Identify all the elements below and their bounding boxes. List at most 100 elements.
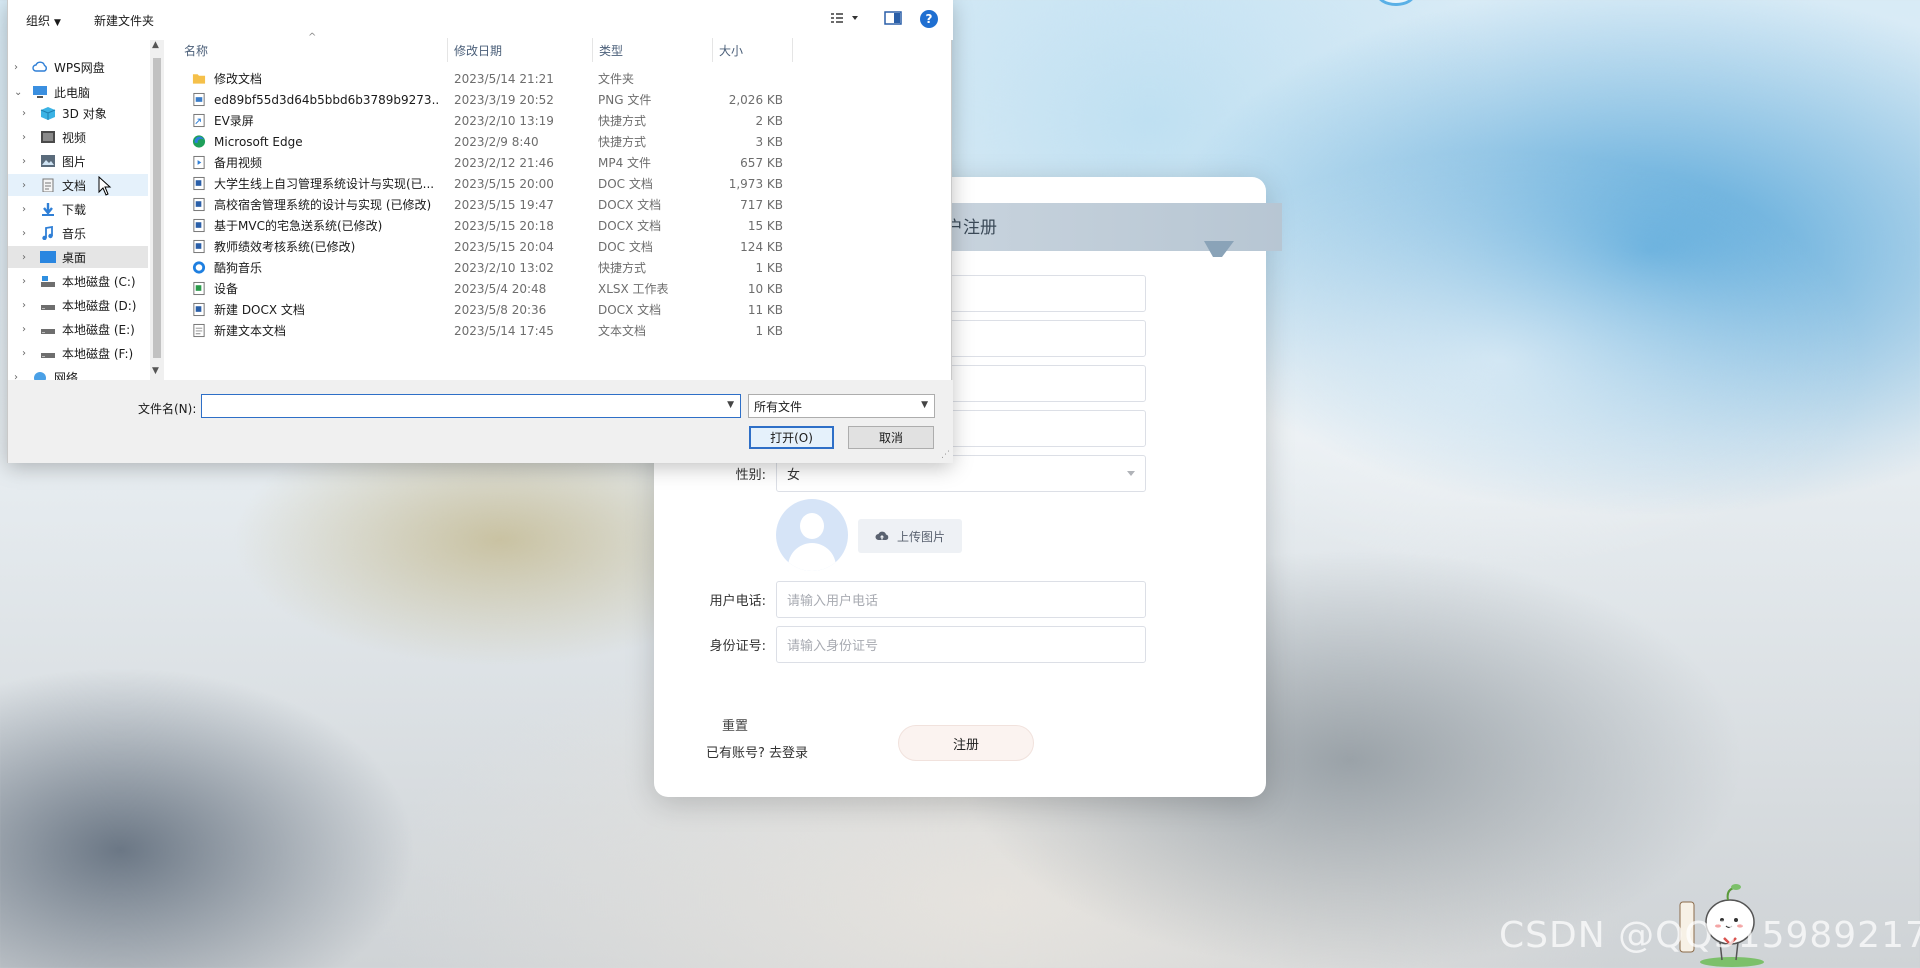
- file-row[interactable]: Microsoft Edge 2023/2/9 8:40 快捷方式 3 KB: [178, 131, 798, 152]
- nav-scrollbar[interactable]: ▲ ▼: [150, 40, 164, 380]
- file-name: ed89bf55d3d64b5bbd6b3789b9273...: [214, 92, 439, 107]
- nav-item-1[interactable]: ⌄ 此电脑: [8, 81, 148, 103]
- nav-item-0[interactable]: › WPS网盘: [8, 56, 148, 78]
- register-title: 户注册: [946, 218, 997, 238]
- download-folder-icon: [42, 203, 54, 216]
- blue-circle-decoration: [1376, 0, 1416, 6]
- file-row[interactable]: 大学生线上自习管理系统设计与实现(已... 2023/5/15 20:00 DOC …: [178, 173, 798, 194]
- nav-item-3[interactable]: › 视频: [8, 126, 148, 148]
- file-row[interactable]: 高校宿舍管理系统的设计与实现 (已修改) 2023/5/15 19:47 DOCX …: [178, 194, 798, 215]
- nav-item-4[interactable]: › 图片: [8, 150, 148, 172]
- chevron-right-icon[interactable]: ›: [22, 156, 26, 167]
- nav-item-2[interactable]: › 3D 对象: [8, 102, 148, 124]
- file-type: MP4 文件: [598, 156, 652, 170]
- column-date[interactable]: 修改日期: [448, 38, 593, 62]
- nav-item-9[interactable]: › 本地磁盘 (C:): [8, 270, 148, 292]
- chevron-right-icon[interactable]: ›: [22, 228, 26, 239]
- chevron-right-icon[interactable]: ›: [22, 300, 26, 311]
- chevron-right-icon[interactable]: ›: [22, 180, 26, 191]
- nav-item-8[interactable]: › 桌面: [8, 246, 148, 268]
- file-name: 备用视频: [214, 156, 263, 170]
- chevron-right-icon[interactable]: ›: [22, 276, 26, 287]
- file-name: 新建文本文档: [214, 324, 287, 338]
- file-name: EV录屏: [214, 114, 254, 128]
- chevron-right-icon[interactable]: ›: [22, 132, 26, 143]
- chevron-down-icon: [1127, 471, 1135, 476]
- navigation-pane: › WPS网盘 ⌄ 此电脑 › 3D 对象 › 视频 › 图片 › 文档 › 下载 › 音乐 › 桌面 › 本地磁盘 …: [8, 40, 163, 380]
- file-type: 文本文档: [598, 324, 647, 338]
- file-date: 2023/5/15 19:47: [454, 197, 554, 212]
- go-login-link[interactable]: 已有账号? 去登录: [706, 742, 808, 761]
- scroll-thumb[interactable]: [153, 58, 161, 358]
- phone-input[interactable]: 请输入用户电话: [776, 581, 1146, 618]
- nav-item-13[interactable]: › 网络: [8, 366, 148, 380]
- organize-button[interactable]: 组织 ▼: [26, 12, 61, 29]
- file-row[interactable]: 修改文档 2023/5/14 21:21 文件夹: [178, 68, 798, 89]
- nav-item-6[interactable]: › 下载: [8, 198, 148, 220]
- nav-item-11[interactable]: › 本地磁盘 (E:): [8, 318, 148, 340]
- preview-pane-icon[interactable]: [884, 10, 902, 26]
- resize-grip-icon[interactable]: ⋰: [941, 450, 950, 460]
- file-size: 11 KB: [747, 302, 783, 317]
- chevron-right-icon[interactable]: ›: [14, 372, 18, 381]
- id-number-label: 身份证号:: [709, 639, 766, 654]
- shortcut-icon: [193, 113, 205, 128]
- drive-c-icon: [41, 276, 55, 287]
- filename-input[interactable]: ▼: [201, 394, 741, 418]
- file-size: 2 KB: [755, 113, 783, 128]
- scroll-up-icon[interactable]: ▲: [152, 40, 159, 50]
- nav-item-7[interactable]: › 音乐: [8, 222, 148, 244]
- upload-label: 上传图片: [896, 529, 945, 544]
- id-number-input[interactable]: 请输入身份证号: [776, 626, 1146, 663]
- chevron-right-icon[interactable]: ›: [22, 108, 26, 119]
- column-name[interactable]: 名称: [178, 38, 448, 62]
- file-type: DOCX 文档: [598, 303, 662, 317]
- open-button[interactable]: 打开(O): [749, 426, 834, 449]
- file-row[interactable]: 设备 2023/5/4 20:48 XLSX 工作表 10 KB: [178, 278, 798, 299]
- help-icon[interactable]: ?: [920, 10, 938, 28]
- file-size: 1,973 KB: [728, 176, 783, 191]
- nav-item-label: 本地磁盘 (D:): [62, 298, 137, 313]
- nav-item-label: 本地磁盘 (E:): [62, 322, 135, 337]
- caret-down-icon: ▼: [54, 18, 61, 28]
- nav-item-label: 此电脑: [54, 85, 91, 100]
- file-name: 设备: [214, 282, 239, 296]
- edge-icon: [192, 135, 206, 148]
- chevron-down-icon[interactable]: ⌄: [14, 87, 22, 98]
- scroll-down-icon[interactable]: ▼: [152, 366, 159, 376]
- file-row[interactable]: EV录屏 2023/2/10 13:19 快捷方式 2 KB: [178, 110, 798, 131]
- drive-icon: [41, 353, 55, 358]
- chevron-right-icon[interactable]: ›: [22, 204, 26, 215]
- reset-button[interactable]: 重置: [722, 715, 748, 734]
- column-type[interactable]: 类型: [593, 38, 713, 62]
- file-name: Microsoft Edge: [214, 134, 303, 149]
- file-row[interactable]: 教师绩效考核系统(已修改) 2023/5/15 20:04 DOC 文档 124 KB: [178, 236, 798, 257]
- view-options-icon[interactable]: [830, 10, 860, 26]
- file-type: XLSX 工作表: [598, 282, 669, 296]
- file-row[interactable]: 基于MVC的宅急送系统(已修改) 2023/5/15 20:18 DOCX 文档 15…: [178, 215, 798, 236]
- file-row[interactable]: 备用视频 2023/2/12 21:46 MP4 文件 657 KB: [178, 152, 798, 173]
- chevron-right-icon[interactable]: ›: [22, 324, 26, 335]
- folder-icon: [192, 74, 206, 84]
- cancel-button[interactable]: 取消: [848, 426, 934, 449]
- nav-item-10[interactable]: › 本地磁盘 (D:): [8, 294, 148, 316]
- new-folder-button[interactable]: 新建文件夹: [94, 12, 154, 29]
- column-size[interactable]: 大小: [713, 38, 793, 62]
- chevron-down-icon[interactable]: ▼: [727, 400, 734, 410]
- file-row[interactable]: ed89bf55d3d64b5bbd6b3789b9273... 2023/3/1…: [178, 89, 798, 110]
- chevron-right-icon[interactable]: ›: [22, 252, 26, 263]
- filetype-select[interactable]: 所有文件 ▼: [748, 394, 935, 418]
- file-size: 657 KB: [740, 155, 783, 170]
- nav-item-5[interactable]: › 文档: [8, 174, 148, 196]
- register-button[interactable]: 注册: [898, 725, 1034, 761]
- gender-value: 女: [787, 468, 801, 483]
- file-row[interactable]: 新建文本文档 2023/5/14 17:45 文本文档 1 KB: [178, 320, 798, 341]
- file-name: 大学生线上自习管理系统设计与实现(已...: [214, 177, 435, 191]
- upload-image-button[interactable]: 上传图片: [858, 519, 962, 553]
- file-row[interactable]: 酷狗音乐 2023/2/10 13:02 快捷方式 1 KB: [178, 257, 798, 278]
- file-row[interactable]: 新建 DOCX 文档 2023/5/8 20:36 DOCX 文档 11 KB: [178, 299, 798, 320]
- chevron-right-icon[interactable]: ›: [22, 348, 26, 359]
- chevron-right-icon[interactable]: ›: [14, 62, 18, 73]
- nav-item-12[interactable]: › 本地磁盘 (F:): [8, 342, 148, 364]
- nav-item-label: 桌面: [62, 250, 87, 265]
